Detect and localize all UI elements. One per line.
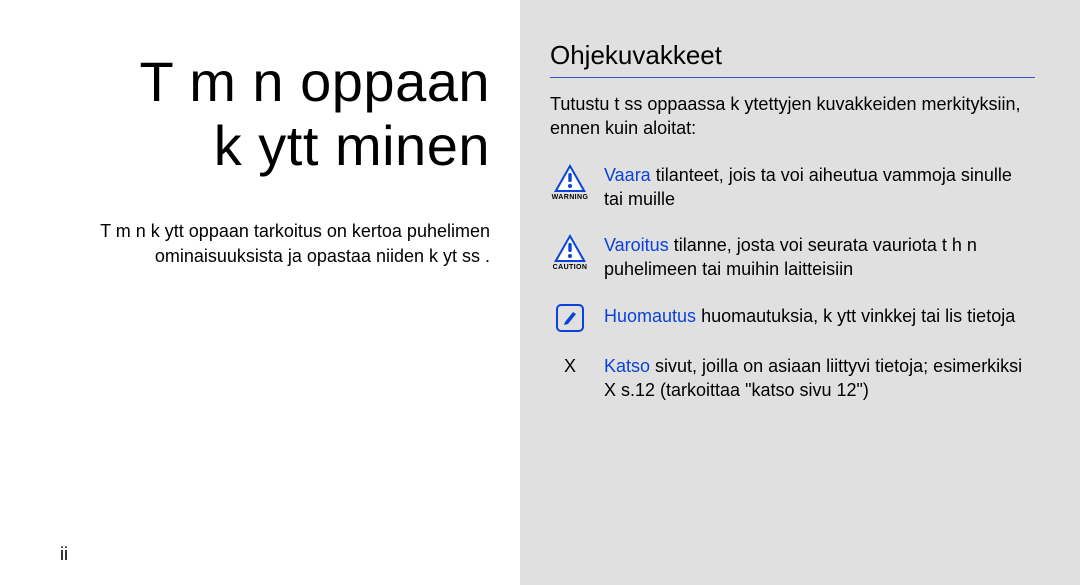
section-heading: Ohjekuvakkeet <box>550 40 1035 78</box>
page-number: ii <box>60 544 68 565</box>
icon-column: CAUTION <box>550 233 590 271</box>
term-desc: tilanteet, jois ta voi aiheutua vammoja … <box>604 165 1012 209</box>
two-column-page: T m n oppaan k ytt minen T m n k ytt opp… <box>0 0 1080 585</box>
entry-text: Huomautus huomautuksia, k ytt vinkkej ta… <box>604 304 1035 328</box>
term-katso: Katso <box>604 356 650 376</box>
guide-description: T m n k ytt oppaan tarkoitus on kertoa p… <box>60 219 490 269</box>
title-line-1: T m n oppaan <box>139 50 490 113</box>
term-huomautus: Huomautus <box>604 306 696 326</box>
entry-text: Varoitus tilanne, josta voi seurata vaur… <box>604 233 1035 282</box>
entry-text: Katso sivut, joilla on asiaan liittyvi t… <box>604 354 1035 403</box>
legend-entry-note: Huomautus huomautuksia, k ytt vinkkej ta… <box>550 304 1035 332</box>
term-varoitus: Varoitus <box>604 235 669 255</box>
icon-column <box>550 304 590 332</box>
title-line-2: k ytt minen <box>214 114 490 177</box>
left-panel: T m n oppaan k ytt minen T m n k ytt opp… <box>0 0 520 585</box>
note-square-icon <box>556 304 584 332</box>
term-vaara: Vaara <box>604 165 651 185</box>
term-desc: sivut, joilla on asiaan liittyvi tietoja… <box>604 356 1022 400</box>
guide-title: T m n oppaan k ytt minen <box>60 50 490 179</box>
icon-caption: WARNING <box>552 194 589 201</box>
legend-entry-xref: X Katso sivut, joilla on asiaan liittyvi… <box>550 354 1035 403</box>
legend-entry-warning: WARNING Vaara tilanteet, jois ta voi aih… <box>550 163 1035 212</box>
xref-symbol: X <box>550 354 590 377</box>
icon-caption: CAUTION <box>553 264 588 271</box>
legend-entry-caution: CAUTION Varoitus tilanne, josta voi seur… <box>550 233 1035 282</box>
term-desc: huomautuksia, k ytt vinkkej tai lis tiet… <box>701 306 1015 326</box>
right-panel: Ohjekuvakkeet Tutustu t ss oppaassa k yt… <box>520 0 1080 585</box>
icon-column: WARNING <box>550 163 590 201</box>
warning-triangle-icon <box>553 163 587 193</box>
section-intro: Tutustu t ss oppaassa k ytettyjen kuvakk… <box>550 92 1035 141</box>
caution-triangle-icon <box>553 233 587 263</box>
entry-text: Vaara tilanteet, jois ta voi aiheutua va… <box>604 163 1035 212</box>
